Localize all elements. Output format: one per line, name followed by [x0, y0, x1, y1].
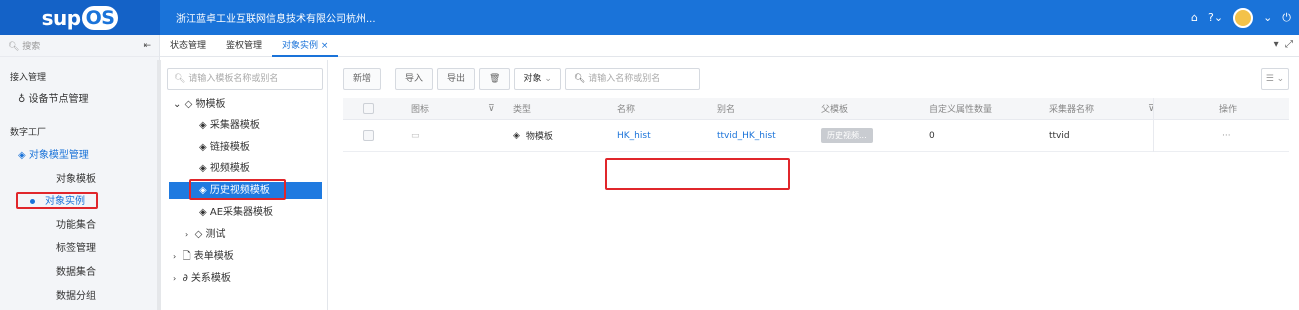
- highlight-box-tree: [189, 179, 286, 200]
- delete-button[interactable]: 🗑︎: [479, 68, 511, 90]
- main-panel: 新增 导入 导出 🗑︎ 对象 ⌄ 🔍︎ 请输入名称或别名 ☰ ⌄ 图标 ⊽ 类型…: [333, 60, 1299, 310]
- cube-icon: ◈: [199, 207, 207, 218]
- cube-outline-icon: ◇: [194, 229, 203, 240]
- cube-icon: ◈: [199, 142, 207, 153]
- collapse-icon[interactable]: ⇤: [143, 41, 151, 51]
- sidebar-item-function-set[interactable]: 功能集合: [56, 216, 96, 231]
- tab-controls: ▾ ⤢: [1274, 39, 1293, 50]
- toolbar: 新增 导入 导出 🗑︎ 对象 ⌄ 🔍︎ 请输入名称或别名: [343, 68, 700, 90]
- top-header: sup OS 浙江蓝卓工业互联网信息技术有限公司杭州... ⌂ ?⌄ ⌄ ⏻: [0, 0, 1299, 35]
- col-icon: 图标: [411, 105, 430, 115]
- cube-icon: ◈: [199, 120, 207, 131]
- select-all-checkbox[interactable]: [363, 98, 374, 119]
- highlight-box-table: [605, 158, 790, 190]
- sidebar-scrollbar[interactable]: [157, 60, 161, 310]
- image-icon: ▭: [411, 130, 420, 141]
- search-icon: 🔍︎: [174, 74, 186, 84]
- col-alias: 别名: [717, 105, 736, 115]
- file-icon: 🗋: [182, 251, 191, 262]
- chevron-down-icon[interactable]: ⌄: [1263, 11, 1272, 24]
- more-actions-icon[interactable]: ···: [1222, 120, 1231, 151]
- highlight-box-sidebar: [16, 192, 98, 209]
- row-collector: ttvid: [1049, 130, 1070, 141]
- company-name[interactable]: 浙江蓝卓工业互联网信息技术有限公司杭州...: [176, 10, 376, 25]
- logo[interactable]: sup OS: [0, 0, 160, 35]
- col-collector: 采集器名称: [1049, 105, 1095, 115]
- tree-node-relation-template[interactable]: › ∂ 关系模板: [173, 270, 231, 287]
- row-custom-count: 0: [929, 130, 935, 141]
- cube-icon: ◈: [513, 130, 520, 141]
- tree-node-test[interactable]: › ◇ 测试: [185, 226, 225, 243]
- chevron-down-icon: ⌄: [173, 99, 182, 110]
- chevron-right-icon: ›: [173, 274, 177, 283]
- tree-node-collector-template[interactable]: ◈ 采集器模板: [199, 117, 260, 134]
- help-icon[interactable]: ?⌄: [1208, 11, 1223, 24]
- tree-node-form-template[interactable]: › 🗋 表单模板: [173, 248, 234, 265]
- chevron-right-icon: ›: [185, 230, 189, 239]
- tree-node-things[interactable]: ⌄ ◇ 物模板: [173, 96, 225, 113]
- cube-outline-icon: ◇: [184, 99, 193, 110]
- import-button[interactable]: 导入: [395, 68, 434, 90]
- search-icon: 🔍︎: [573, 74, 586, 84]
- filter-icon[interactable]: ⊽: [488, 98, 495, 119]
- group-title-access: 接入管理: [10, 73, 47, 83]
- home-icon[interactable]: ⌂: [1191, 11, 1198, 24]
- new-button[interactable]: 新增: [343, 68, 382, 90]
- expand-icon[interactable]: ⤢: [1285, 39, 1293, 50]
- chevron-down-icon[interactable]: ▾: [1274, 39, 1279, 50]
- row-checkbox[interactable]: [363, 120, 374, 151]
- sidebar-item-object-template[interactable]: 对象模板: [56, 170, 96, 185]
- col-name: 名称: [617, 105, 636, 115]
- tab-bar: 状态管理 鉴权管理 对象实例 × ▾ ⤢: [160, 35, 1299, 57]
- instance-table: 图标 ⊽ 类型 名称 别名 父模板 自定义属性数量 采集器名称 ⊽ 操作 ▭ ◈…: [343, 98, 1289, 190]
- tree-node-video-template[interactable]: ◈ 视频模板: [199, 160, 250, 177]
- tree-search-input[interactable]: 🔍︎ 请输入模板名称或别名: [167, 68, 323, 90]
- search-input[interactable]: 🔍︎ 请输入名称或别名: [564, 68, 700, 90]
- sidebar-item-object-model[interactable]: ◈ 对象模型管理: [18, 146, 89, 161]
- row-alias[interactable]: ttvid_HK_hist: [717, 120, 776, 151]
- sidebar-item-device-nodes[interactable]: ♁ 设备节点管理: [18, 90, 89, 105]
- table-row[interactable]: ▭ ◈ 物模板 HK_hist ttvid_HK_hist 历史视频... 0 t…: [343, 120, 1289, 152]
- header-actions: ⌂ ?⌄ ⌄ ⏻: [1191, 0, 1291, 35]
- link-icon: ∂: [182, 273, 188, 284]
- logo-text: sup OS: [42, 5, 119, 30]
- tab-status-management[interactable]: 状态管理: [160, 35, 216, 57]
- tab-object-instance[interactable]: 对象实例 ×: [272, 35, 339, 57]
- column-divider: [1153, 98, 1154, 152]
- tab-auth-management[interactable]: 鉴权管理: [216, 35, 272, 57]
- col-type: 类型: [513, 105, 532, 115]
- chevron-right-icon: ›: [173, 252, 177, 261]
- chevron-down-icon: ⌄: [544, 74, 552, 84]
- col-parent: 父模板: [821, 105, 849, 115]
- sidebar-item-tag-management[interactable]: 标签管理: [56, 239, 96, 254]
- search-icon: 🔍︎ 搜索: [8, 42, 41, 52]
- type-select[interactable]: 对象 ⌄: [514, 68, 561, 90]
- group-title-digital-factory: 数字工厂: [10, 128, 47, 138]
- sidebar-search[interactable]: 🔍︎ 搜索 ⇤: [0, 35, 159, 57]
- tree-node-link-template[interactable]: ◈ 链接模板: [199, 139, 250, 156]
- table-header: 图标 ⊽ 类型 名称 别名 父模板 自定义属性数量 采集器名称 ⊽ 操作: [343, 98, 1289, 120]
- column-menu-button[interactable]: ☰ ⌄: [1261, 68, 1289, 90]
- row-name[interactable]: HK_hist: [617, 120, 651, 151]
- power-icon[interactable]: ⏻: [1282, 11, 1291, 25]
- sidebar-item-data-set[interactable]: 数据集合: [56, 263, 96, 278]
- avatar[interactable]: [1233, 7, 1254, 28]
- col-actions: 操作: [1219, 105, 1238, 115]
- row-type: ◈ 物模板: [513, 130, 553, 143]
- sidebar-item-data-group[interactable]: 数据分组: [56, 287, 96, 302]
- tree-node-ae-collector-template[interactable]: ◈ AE采集器模板: [199, 204, 273, 221]
- cube-icon: ◈: [18, 150, 26, 161]
- export-button[interactable]: 导出: [437, 68, 476, 90]
- close-icon[interactable]: ×: [321, 41, 329, 51]
- trash-icon: 🗑︎: [489, 74, 501, 84]
- col-custom-count: 自定义属性数量: [929, 105, 993, 115]
- node-icon: ♁: [18, 94, 26, 105]
- template-tree-panel: 🔍︎ 请输入模板名称或别名 ⌄ ◇ 物模板 ◈ 采集器模板 ◈ 链接模板 ◈ 视…: [163, 60, 328, 310]
- sidebar: 🔍︎ 搜索 ⇤ 接入管理 ♁ 设备节点管理 数字工厂 ◈ 对象模型管理 对象模板…: [0, 35, 160, 310]
- row-parent: 历史视频...: [821, 120, 873, 151]
- cube-icon: ◈: [199, 163, 207, 174]
